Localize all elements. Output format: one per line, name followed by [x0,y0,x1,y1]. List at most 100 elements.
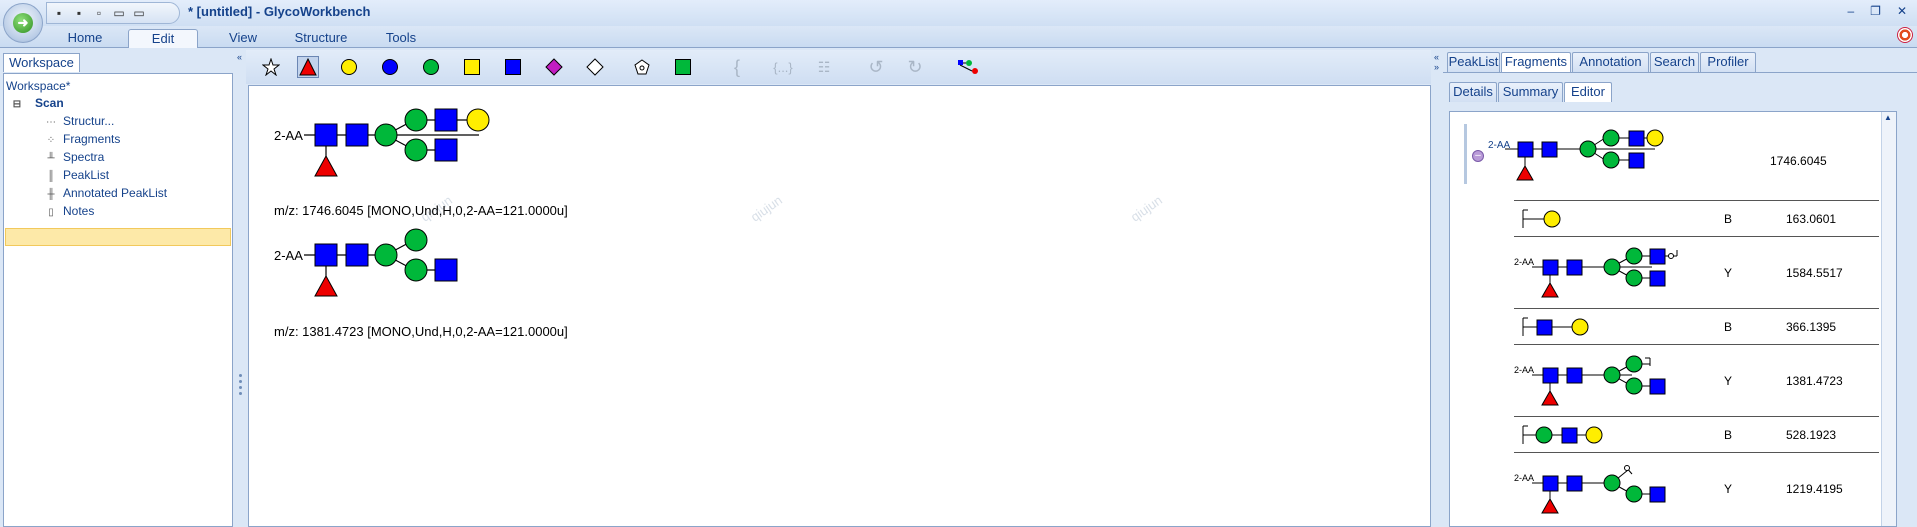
glcnac-residue [314,123,338,147]
tree-root[interactable]: Workspace* [6,78,70,95]
glcnac-residue [434,108,458,132]
parent-mass: 1746.6045 [1770,154,1827,168]
help-icon[interactable] [1897,27,1913,43]
fragment-type: Y [1724,266,1733,280]
reducing-end-label: 2-AA [274,128,304,143]
reducing-end-label: 2-AA [274,248,304,263]
bracket-icon[interactable]: { [726,56,748,78]
screenshot-icon[interactable]: ▭ [131,6,147,20]
redo-icon[interactable]: ↻ [904,56,926,78]
workspace-pane: Workspace Workspace* ⊟ Scan ⋯ Structur... … [0,50,236,527]
tab-profiler[interactable]: Profiler [1700,52,1756,72]
fragment-row[interactable]: B 366.1395 [1514,308,1879,344]
watermark: qiujun [1127,192,1165,225]
yellow-circle-icon[interactable] [338,56,360,78]
structure-canvas[interactable]: qiujun qiujun qiujun qiujun 2-AA m/z: 17… [248,85,1555,527]
fragment-type: B [1724,212,1733,226]
tree-item-spectra[interactable]: ╨ Spectra [44,149,104,166]
triangle-icon[interactable] [297,56,319,78]
fragment-mass: 528.1923 [1786,428,1837,442]
star-icon[interactable] [260,56,282,78]
fragment-mass: 1381.4723 [1786,374,1843,388]
window-title: * [untitled] - GlycoWorkbench [188,4,371,19]
tab-fragments[interactable]: Fragments [1501,52,1571,72]
fragment-row[interactable]: 2-AA Y 1584.5517 [1514,236,1879,308]
close-button[interactable]: ✕ [1897,4,1907,18]
workspace-tab[interactable]: Workspace [3,53,80,72]
fragment-row[interactable]: 2-AA Y 1381.4723 [1514,344,1879,416]
fragment-type: Y [1724,482,1733,496]
ribbon-tabs: Home Edit View Structure Tools [0,26,1917,48]
yellow-square-icon[interactable] [461,56,483,78]
fragments-panel: PeakList Fragments Annotation Search Pro… [1441,50,1917,527]
save-all-icon[interactable]: ▪ [71,6,87,20]
right-splitter[interactable]: « » [1433,50,1441,527]
tab-peaklist[interactable]: PeakList [1447,52,1500,72]
residue-toolbar: { {...} ☷ ↺ ↻ [246,50,1431,84]
tab-annotation[interactable]: Annotation [1572,52,1649,72]
tab-structure[interactable]: Structure [292,29,350,48]
tree-item-structures[interactable]: ⋯ Structur... [44,113,114,130]
glcnac-residue [434,138,458,162]
left-splitter[interactable]: « [236,50,244,527]
fragment-row[interactable]: B 528.1923 [1514,416,1879,452]
collapse-icon[interactable]: – [1472,150,1484,162]
undo-icon[interactable]: ↺ [865,56,887,78]
tree-item-peaklist[interactable]: ║ PeakList [44,167,109,184]
tab-home[interactable]: Home [62,29,108,48]
arrow-right-icon: ➜ [13,13,33,33]
watermark: qiujun [747,192,785,225]
tree-selection-highlight [5,228,231,246]
tree-item-notes[interactable]: ▯ Notes [44,203,94,220]
tree-item-annotated-peaklist[interactable]: ╫ Annotated PeakList [44,185,167,202]
collapse-left-icon[interactable]: « [237,52,242,62]
title-bar: ▪ ▪ ▫ ▭ ▭ * [untitled] - GlycoWorkbench … [0,0,1917,26]
collapse-icon[interactable]: ⊟ [10,96,24,113]
mz-label-1: m/z: 1746.6045 [MONO,Und,H,0,2-AA=121.00… [274,203,568,218]
blue-circle-icon[interactable] [379,56,401,78]
fragment-list[interactable]: – 2-AA 1746.6045 B 163.0601 2-AA Y 1584.… [1449,111,1897,527]
glycan-structure-1[interactable] [269,104,509,194]
mannose-residue [404,138,428,162]
expand-right-icon[interactable]: » [1434,62,1439,72]
fragment-mass: 163.0601 [1786,212,1837,226]
fragment-mass: 366.1395 [1786,320,1837,334]
properties-icon[interactable]: ☷ [813,56,835,78]
fragment-row[interactable]: B 163.0601 [1514,200,1879,236]
print-icon[interactable]: ▭ [111,6,127,20]
annotated-peaklist-icon: ╫ [47,189,55,200]
tree-item-fragments[interactable]: ⁘ Fragments [44,131,121,148]
application-menu-button[interactable]: ➜ [3,3,43,43]
vertical-scrollbar[interactable]: ▲ [1881,112,1896,526]
green-circle-icon[interactable] [420,56,442,78]
glycan-structure-2[interactable] [269,224,509,314]
tab-search[interactable]: Search [1650,52,1699,72]
pentagon-icon[interactable] [631,56,653,78]
orientation-icon[interactable] [957,56,979,78]
mannose-residue [374,123,398,147]
quick-access-toolbar: ▪ ▪ ▫ ▭ ▭ [46,2,180,24]
fragment-mass: 1584.5517 [1786,266,1843,280]
spectra-icon: ╨ [47,153,55,164]
tab-view[interactable]: View [224,29,262,48]
scroll-up-icon[interactable]: ▲ [1884,113,1892,122]
magenta-diamond-icon[interactable] [543,56,565,78]
restore-button[interactable]: ❐ [1870,4,1881,18]
subtab-details[interactable]: Details [1449,82,1497,102]
repeat-bracket-icon[interactable]: {...} [768,56,798,78]
fragment-row[interactable]: 2-AA Y 1219.4195 [1514,452,1879,526]
white-diamond-icon[interactable] [584,56,606,78]
save-icon[interactable]: ▪ [51,6,67,20]
minimize-button[interactable]: – [1847,4,1854,18]
tab-tools[interactable]: Tools [382,29,420,48]
blue-square-icon[interactable] [502,56,524,78]
tree-item-scan[interactable]: ⊟ Scan [10,95,64,112]
subtab-summary[interactable]: Summary [1498,82,1563,102]
open-icon[interactable]: ▫ [91,6,107,20]
collapse-right-icon[interactable]: « [1434,52,1439,62]
green-square-icon[interactable] [672,56,694,78]
notes-icon: ▯ [48,207,54,218]
tab-edit[interactable]: Edit [128,29,198,48]
parent-structure[interactable] [1505,126,1685,186]
subtab-editor[interactable]: Editor [1564,82,1612,102]
